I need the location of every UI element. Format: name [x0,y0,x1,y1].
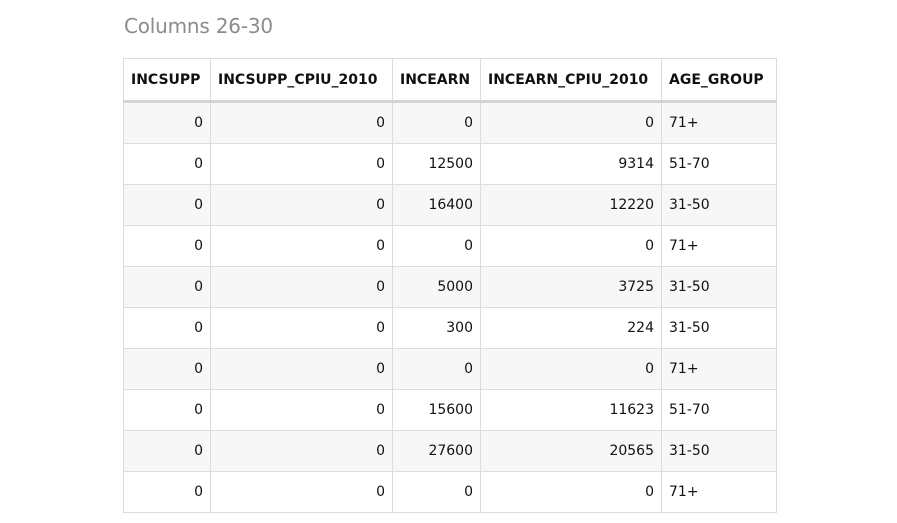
table-row: 0 0 0 0 71+ [123,101,777,144]
table-row: 0 0 300 224 31-50 [123,307,777,349]
cell-age-group: 51-70 [661,143,777,185]
cell-incsupp: 0 [123,184,211,226]
cell-age-group: 51-70 [661,389,777,431]
cell-incearn-cpiu-2010: 11623 [480,389,662,431]
column-header-incearn-cpiu-2010: INCEARN_CPIU_2010 [480,58,662,103]
table-row: 0 0 0 0 71+ [123,348,777,390]
cell-age-group: 31-50 [661,430,777,472]
cell-incearn: 15600 [392,389,481,431]
cell-incearn: 0 [392,101,481,144]
cell-incearn: 27600 [392,430,481,472]
cell-incsupp: 0 [123,307,211,349]
cell-incsupp-cpiu-2010: 0 [210,266,393,308]
table-row: 0 0 5000 3725 31-50 [123,266,777,308]
cell-incsupp-cpiu-2010: 0 [210,143,393,185]
cell-incearn: 0 [392,348,481,390]
cell-incsupp: 0 [123,389,211,431]
table-body: 0 0 0 0 71+ 0 0 12500 9314 51-70 0 0 16400 12220 31-50… [123,101,777,513]
column-header-incsupp-cpiu-2010: INCSUPP_CPIU_2010 [210,58,393,103]
cell-incearn: 5000 [392,266,481,308]
cell-age-group: 71+ [661,348,777,390]
cell-incsupp-cpiu-2010: 0 [210,184,393,226]
cell-incsupp-cpiu-2010: 0 [210,389,393,431]
column-header-incsupp: INCSUPP [123,58,211,103]
table-row: 0 0 16400 12220 31-50 [123,184,777,226]
cell-incsupp-cpiu-2010: 0 [210,101,393,144]
cell-age-group: 31-50 [661,266,777,308]
cell-incearn-cpiu-2010: 9314 [480,143,662,185]
table-header: INCSUPP INCSUPP_CPIU_2010 INCEARN INCEAR… [123,58,777,103]
cell-incearn: 300 [392,307,481,349]
cell-age-group: 71+ [661,101,777,144]
cell-incearn: 16400 [392,184,481,226]
cell-incsupp: 0 [123,430,211,472]
cell-incearn: 0 [392,471,481,513]
cell-incearn-cpiu-2010: 0 [480,101,662,144]
table-row: 0 0 0 0 71+ [123,225,777,267]
cell-incsupp-cpiu-2010: 0 [210,471,393,513]
table-row: 0 0 15600 11623 51-70 [123,389,777,431]
cell-incsupp: 0 [123,225,211,267]
cell-incsupp: 0 [123,143,211,185]
cell-incearn-cpiu-2010: 0 [480,348,662,390]
cell-incearn-cpiu-2010: 20565 [480,430,662,472]
cell-incearn-cpiu-2010: 12220 [480,184,662,226]
column-header-age-group: AGE_GROUP [661,58,777,103]
cell-incearn-cpiu-2010: 0 [480,225,662,267]
cell-incsupp-cpiu-2010: 0 [210,307,393,349]
header-row: INCSUPP INCSUPP_CPIU_2010 INCEARN INCEAR… [123,58,777,103]
cell-age-group: 31-50 [661,184,777,226]
table-row: 0 0 12500 9314 51-70 [123,143,777,185]
cell-incearn: 0 [392,225,481,267]
cell-incearn-cpiu-2010: 0 [480,471,662,513]
table-caption: Columns 26-30 [124,14,273,38]
cell-incearn-cpiu-2010: 224 [480,307,662,349]
cell-incsupp-cpiu-2010: 0 [210,225,393,267]
cell-age-group: 71+ [661,471,777,513]
table-row: 0 0 27600 20565 31-50 [123,430,777,472]
table-row: 0 0 0 0 71+ [123,471,777,513]
cell-age-group: 31-50 [661,307,777,349]
column-header-incearn: INCEARN [392,58,481,103]
cell-age-group: 71+ [661,225,777,267]
cell-incearn-cpiu-2010: 3725 [480,266,662,308]
data-table: INCSUPP INCSUPP_CPIU_2010 INCEARN INCEAR… [123,58,777,513]
cell-incearn: 12500 [392,143,481,185]
cell-incsupp: 0 [123,266,211,308]
cell-incsupp-cpiu-2010: 0 [210,348,393,390]
cell-incsupp-cpiu-2010: 0 [210,430,393,472]
cell-incsupp: 0 [123,471,211,513]
cell-incsupp: 0 [123,101,211,144]
cell-incsupp: 0 [123,348,211,390]
